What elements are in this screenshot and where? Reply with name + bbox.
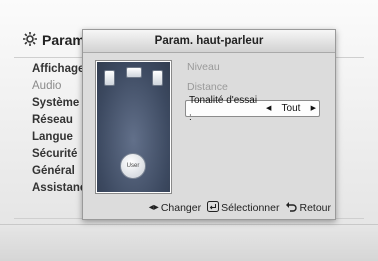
option-test-tone[interactable]: Tonalité d'essai : ◀ Tout ▶ [185,95,320,123]
footer-back: Retour [285,201,331,215]
front-left-speaker-icon [104,70,115,86]
front-right-speaker-icon [152,70,163,86]
center-speaker-icon [126,67,142,78]
test-tone-label: Tonalité d'essai : [189,94,258,123]
tv-settings-screen: Param Affichage Audio Système Réseau Lan… [0,0,378,261]
return-arrow-icon [285,201,298,215]
speaker-settings-dialog: Param. haut-parleur User Niveau Distance… [82,29,336,220]
settings-title: Param [42,32,85,48]
user-position-icon: User [120,153,146,179]
test-tone-value: Tout [281,103,301,114]
enter-icon [207,200,220,215]
footer-select: Sélectionner [207,200,280,215]
speaker-layout-preview: User [95,60,172,194]
arrow-left-icon[interactable]: ◀ [266,100,271,117]
footer-change: ◂▸ Changer [149,202,201,214]
bottom-bar [0,224,378,261]
option-level[interactable]: Niveau [187,60,220,74]
left-right-arrows-icon: ◂▸ [148,202,159,213]
settings-header: Param [22,26,85,54]
footer-select-label: Sélectionner [221,201,280,214]
gear-icon [22,31,42,50]
footer-back-label: Retour [299,201,331,214]
dialog-title: Param. haut-parleur [83,30,335,53]
dialog-footer: ◂▸ Changer Sélectionner Retour [83,197,335,218]
footer-change-label: Changer [160,201,202,214]
arrow-right-icon[interactable]: ▶ [311,100,316,117]
